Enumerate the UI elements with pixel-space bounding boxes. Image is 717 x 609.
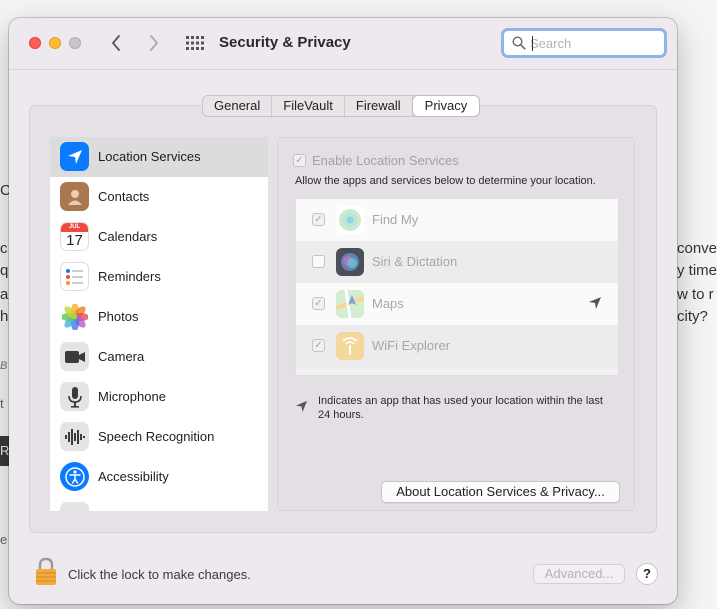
location-legend-text: Indicates an app that has used your loca…: [318, 395, 603, 421]
sidebar-item-calendars[interactable]: JUL 17 Calendars: [50, 217, 268, 257]
zoom-window-button[interactable]: [69, 37, 81, 49]
grid-icon: [186, 36, 204, 50]
tab-firewall[interactable]: Firewall: [345, 96, 413, 116]
sidebar-item-partial[interactable]: [50, 497, 268, 511]
app-checkbox[interactable]: ✓: [312, 339, 325, 352]
show-all-button[interactable]: [185, 35, 205, 53]
sidebar-item-reminders[interactable]: Reminders: [50, 257, 268, 297]
forward-button[interactable]: [145, 32, 163, 54]
sidebar-item-microphone[interactable]: Microphone: [50, 377, 268, 417]
camera-icon: [60, 342, 89, 371]
find-my-icon: [336, 206, 364, 234]
background-text: R: [0, 443, 10, 458]
chevron-left-icon: [112, 35, 120, 51]
tab-bar: General FileVault Firewall Privacy: [202, 95, 481, 117]
tab-general[interactable]: General: [203, 96, 273, 116]
sidebar-item-label: Photos: [98, 309, 139, 324]
background-text: e: [0, 532, 8, 547]
sidebar-item-accessibility[interactable]: Accessibility: [50, 457, 268, 497]
app-checkbox[interactable]: ✓: [312, 213, 325, 226]
microphone-icon: [60, 382, 89, 411]
sidebar-item-label: Microphone: [98, 389, 166, 404]
partial-icon: [60, 502, 89, 511]
waveform-icon: [60, 422, 89, 451]
search-input[interactable]: [530, 34, 658, 52]
sidebar-item-label: Camera: [98, 349, 145, 364]
background-text: city?: [677, 308, 708, 325]
location-services-pane: ✓ Enable Location Services Allow the app…: [277, 137, 635, 511]
lock-button[interactable]: [34, 557, 58, 592]
advanced-button[interactable]: Advanced...: [533, 564, 625, 584]
app-checkbox[interactable]: [312, 255, 325, 268]
security-privacy-window: Security & Privacy General FileVault Fir…: [9, 18, 677, 604]
contacts-icon: [60, 182, 89, 211]
background-text: c: [0, 240, 8, 257]
about-location-services-button[interactable]: About Location Services & Privacy...: [381, 481, 620, 503]
app-row-siri-dictation[interactable]: Siri & Dictation: [296, 241, 618, 283]
sidebar-item-label: Reminders: [98, 269, 161, 284]
background-text: y time: [677, 262, 717, 279]
privacy-category-list: Location Services Contacts JUL 17 Calend…: [50, 137, 268, 511]
app-row-maps[interactable]: ✓ Maps: [296, 283, 618, 325]
sidebar-item-label: Contacts: [98, 189, 150, 204]
background-text: B: [0, 360, 8, 372]
background-text: t: [0, 396, 4, 411]
sidebar-item-contacts[interactable]: Contacts: [50, 177, 268, 217]
tab-filevault[interactable]: FileVault: [272, 96, 345, 116]
location-app-list: ✓ Find My Siri & Dictation ✓ Maps ✓ WiFi…: [295, 198, 619, 376]
help-button[interactable]: ?: [636, 563, 658, 585]
lock-instruction: Click the lock to make changes.: [68, 567, 251, 582]
background-text: conver: [677, 240, 717, 257]
recent-location-arrow-icon: [589, 297, 601, 309]
sidebar-item-speech-recognition[interactable]: Speech Recognition: [50, 417, 268, 457]
calendar-icon: JUL 17: [60, 222, 89, 251]
calendar-month: JUL: [61, 223, 88, 232]
sidebar-item-label: Speech Recognition: [98, 429, 215, 444]
app-row-wifi-explorer[interactable]: ✓ WiFi Explorer: [296, 325, 618, 367]
enable-location-services-checkbox[interactable]: ✓: [293, 154, 306, 167]
sidebar-item-label: Calendars: [98, 229, 158, 244]
location-description: Allow the apps and services below to det…: [295, 175, 596, 187]
app-name: Siri & Dictation: [372, 254, 458, 269]
titlebar: Security & Privacy: [9, 18, 677, 70]
maps-icon: [336, 290, 364, 318]
app-name: Find My: [372, 212, 419, 227]
sidebar-item-location-services[interactable]: Location Services: [50, 137, 268, 177]
lock-icon: [36, 557, 56, 585]
photos-icon: [60, 302, 89, 331]
siri-icon: [336, 248, 364, 276]
tab-privacy[interactable]: Privacy: [412, 96, 480, 116]
search-field[interactable]: [501, 28, 667, 58]
enable-location-services-row[interactable]: ✓ Enable Location Services: [293, 153, 459, 168]
location-arrow-legend-icon: [295, 400, 308, 413]
app-row-find-my[interactable]: ✓ Find My: [296, 199, 618, 241]
window-title: Security & Privacy: [219, 34, 351, 51]
calendar-day: 17: [66, 232, 83, 249]
chevron-right-icon: [150, 35, 158, 51]
close-window-button[interactable]: [29, 37, 41, 49]
app-checkbox[interactable]: ✓: [312, 297, 325, 310]
sidebar-item-camera[interactable]: Camera: [50, 337, 268, 377]
app-name: WiFi Explorer: [372, 338, 451, 353]
reminders-icon: [60, 262, 89, 291]
sidebar-item-label: Accessibility: [98, 469, 169, 484]
text-caret: [532, 36, 533, 51]
enable-location-services-label: Enable Location Services: [312, 153, 459, 168]
accessibility-icon: [60, 462, 89, 491]
background-text: q: [0, 262, 9, 279]
background-text: h: [0, 308, 9, 325]
location-arrow-icon: [60, 142, 89, 171]
app-name: Maps: [372, 296, 404, 311]
background-text: a: [0, 286, 9, 303]
background-text: w to r: [677, 286, 714, 303]
minimize-window-button[interactable]: [49, 37, 61, 49]
back-button[interactable]: [107, 32, 125, 54]
sidebar-item-photos[interactable]: Photos: [50, 297, 268, 337]
wifi-explorer-icon: [336, 332, 364, 360]
sidebar-item-label: Location Services: [98, 149, 201, 164]
search-icon: [512, 36, 526, 50]
